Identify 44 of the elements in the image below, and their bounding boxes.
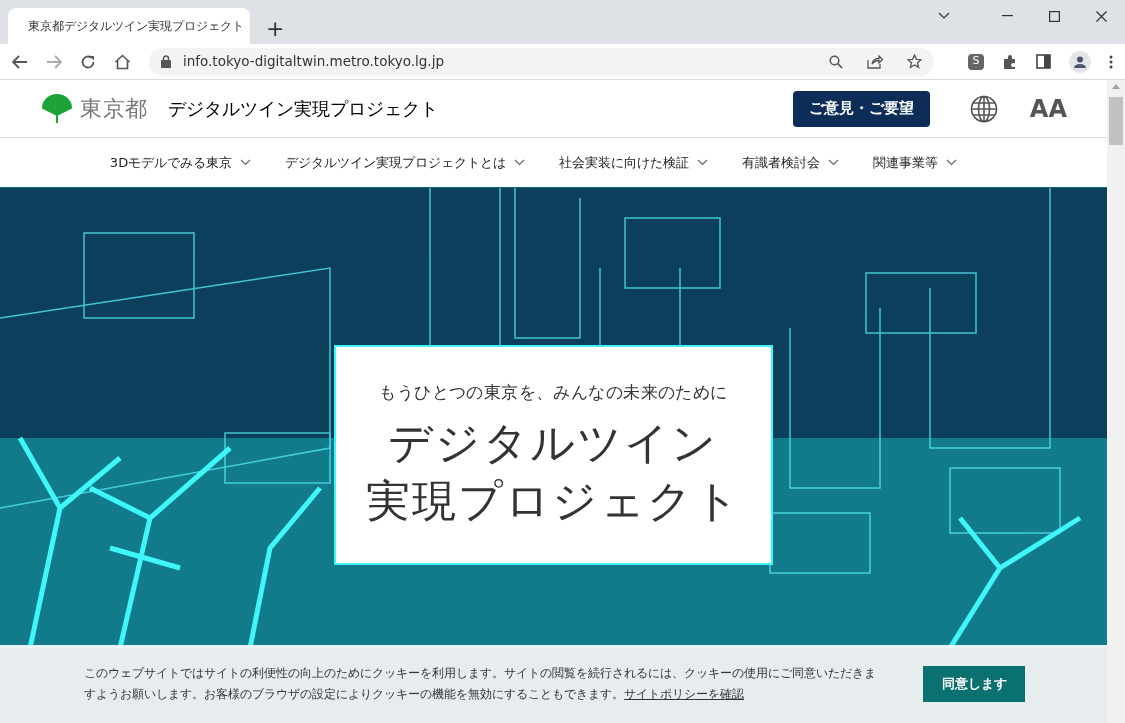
minimize-icon[interactable] — [1002, 15, 1013, 17]
scrollbar-thumb[interactable] — [1109, 97, 1123, 145]
feedback-button[interactable]: ご意見・ご要望 — [792, 90, 930, 127]
maximize-icon[interactable] — [1049, 10, 1060, 22]
address-bar[interactable]: info.tokyo-digitaltwin.metro.tokyo.lg.jp — [149, 47, 934, 76]
site-title: デジタルツイン実現プロジェクト — [167, 97, 438, 121]
tab-title: 東京都デジタルツイン実現プロジェクト — [28, 18, 244, 35]
chevron-down-icon[interactable] — [938, 12, 950, 20]
nav-menu-item[interactable]: 関連事業等 — [873, 152, 958, 173]
scrollbar[interactable] — [1107, 80, 1125, 723]
font-size-button[interactable]: AA — [1029, 90, 1067, 127]
chevron-down-icon — [514, 159, 526, 166]
logo-text: 東京都 — [80, 95, 148, 123]
share-icon[interactable] — [867, 54, 883, 69]
browser-tab[interactable]: 東京都デジタルツイン実現プロジェクト — [8, 8, 250, 44]
home-icon[interactable] — [114, 53, 131, 70]
side-panel-icon[interactable] — [1036, 54, 1051, 69]
chevron-down-icon — [240, 159, 252, 166]
extension-button[interactable]: S — [968, 53, 984, 70]
profile-avatar-icon[interactable] — [1069, 50, 1091, 73]
search-icon[interactable] — [829, 54, 843, 69]
chevron-down-icon — [946, 159, 958, 166]
chevron-down-icon — [828, 159, 840, 166]
padlock-icon — [161, 55, 171, 68]
chevron-down-icon — [697, 159, 709, 166]
back-arrow-icon[interactable] — [12, 54, 28, 69]
nav-menu-item[interactable]: 有識者検討会 — [742, 152, 840, 173]
nav-menu-item[interactable]: 社会実装に向けた検証 — [559, 152, 709, 173]
accept-button[interactable]: 同意します — [923, 666, 1025, 702]
ginkgo-logo-icon — [42, 93, 72, 124]
new-tab-button[interactable]: + — [266, 18, 285, 40]
close-icon[interactable] — [1096, 10, 1107, 22]
site-policy-link[interactable]: サイトポリシーを確認 — [624, 687, 744, 701]
nav-menu-item[interactable]: 3Dモデルでみる東京 — [109, 152, 252, 173]
hero-tagline: もうひとつの東京を、みんなの未来のために — [379, 381, 728, 405]
puzzle-piece-icon[interactable] — [1002, 53, 1018, 70]
reload-icon[interactable] — [80, 53, 96, 70]
globe-icon[interactable] — [969, 94, 998, 123]
url-text: info.tokyo-digitaltwin.metro.tokyo.lg.jp — [183, 52, 444, 72]
more-menu-icon[interactable] — [1109, 54, 1113, 69]
nav-menu-item[interactable]: デジタルツイン実現プロジェクトとは — [285, 152, 526, 173]
cookie-notice-text: このウェブサイトではサイトの利便性の向上のためにクッキーを利用します。サイトの閲覧を続行されるには、クッキーの使用にご同意いただきますようお願いします。お客様のブラウザの設定によりクッキーの機能を無効にすることもできます。サイトポリシーを確認 — [84, 665, 877, 703]
star-icon[interactable] — [907, 54, 922, 69]
hero-title: デジタルツイン 実現プロジェクト — [365, 415, 742, 528]
